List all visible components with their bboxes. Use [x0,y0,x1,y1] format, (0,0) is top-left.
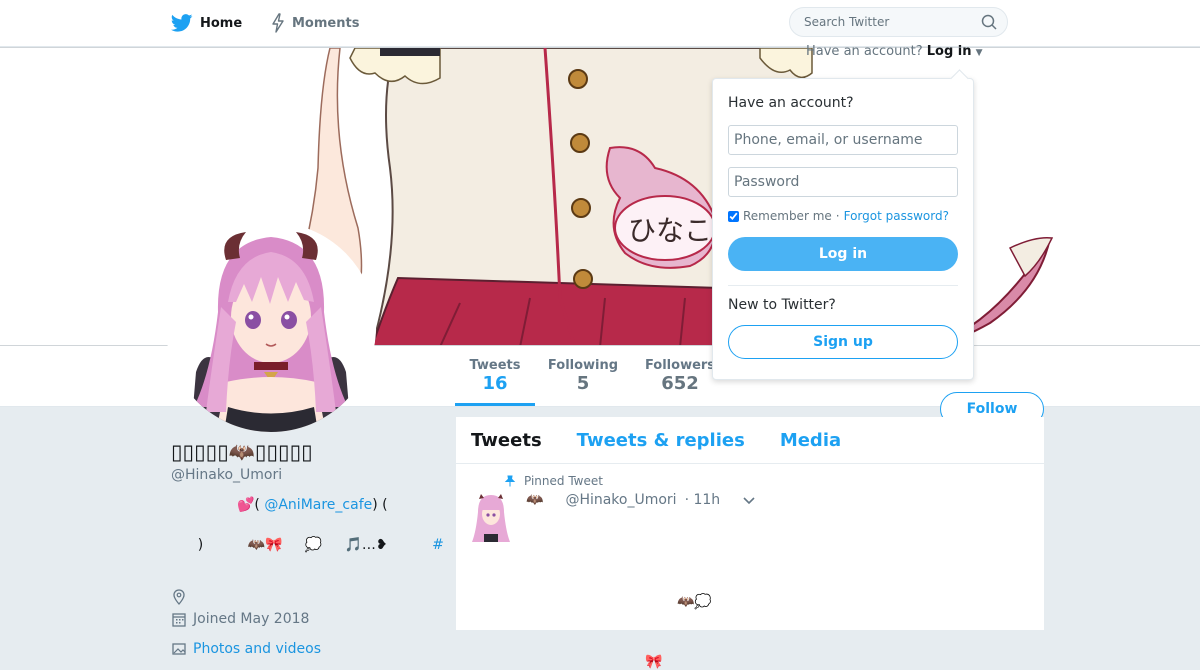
stat-label: Following [547,358,619,373]
profile-handle[interactable]: @Hinako_Umori [171,467,451,483]
tweet-text-line: 🎀 [645,654,663,670]
tab-tweets-replies[interactable]: Tweets & replies [577,430,745,451]
login-heading: Have an account? [728,95,854,111]
nav-moments-label: Moments [292,15,360,31]
tweet-author-handle[interactable]: @Hinako_Umori [565,492,676,508]
profile-joined: Joined May 2018 [171,611,451,627]
bio-text: 💕( [237,497,260,513]
top-navigation-bar: Home Moments [0,0,1200,47]
tweet-author-name[interactable]: 🦇 [526,492,543,508]
stat-value: 652 [661,373,699,394]
profile-photos: Photos and videos [171,641,451,657]
tweet-text-line: 🦇💭 [677,594,712,610]
tweet-timestamp[interactable]: · 11h [685,492,721,508]
timeline-tabs: Tweets Tweets & replies Media [456,417,1044,464]
tweet-avatar-illustration [470,492,512,544]
search-icon[interactable] [981,14,997,30]
login-prompt: Have an account? Log in ▼ [806,44,983,59]
tab-tweets[interactable]: Tweets [471,430,542,451]
bio-mention-link[interactable]: @AniMare_cafe [264,497,372,513]
lightning-icon [272,13,284,33]
chevron-down-icon[interactable] [742,496,756,506]
profile-bio: 💕( @AniMare_cafe) ( ) 🦇🎀 💭 🎵…❥ # [171,495,451,575]
stat-value: 5 [576,373,590,394]
nav-home-label: Home [200,15,243,31]
remember-checkbox[interactable] [728,210,739,222]
profile-name[interactable]: ▯▯▯▯▯🦇▯▯▯▯▯ [171,440,451,465]
bio-text: ) 🦇🎀 💭 🎵…❥ [197,537,433,553]
login-prompt-text: Have an account? [806,44,923,59]
avatar-illustration [166,222,376,432]
svg-text:ひなこ: ひなこ [628,214,712,247]
avatar[interactable] [166,222,376,432]
stat-followers[interactable]: Followers 652 [642,346,718,406]
tweet-header: 🦇 @Hinako_Umori · 11h [526,492,720,508]
bio-hashtag-link[interactable]: # [432,537,444,553]
location-pin-icon [173,589,185,605]
tab-media[interactable]: Media [780,430,841,451]
pinned-label: Pinned Tweet [504,474,603,488]
photo-icon [172,643,186,655]
profile-location [171,589,451,605]
stat-following[interactable]: Following 5 [545,346,621,406]
search-input[interactable] [802,14,976,30]
separator-dot: · [835,209,840,223]
divider [728,285,958,286]
password-field[interactable] [728,167,958,197]
stat-tweets[interactable]: Tweets 16 [455,346,535,406]
profile-sidebar: ▯▯▯▯▯🦇▯▯▯▯▯ @Hinako_Umori 💕( @AniMare_ca… [171,440,451,657]
login-button[interactable]: Log in [728,237,958,271]
bio-text: ) ( [372,497,388,513]
login-link[interactable]: Log in [927,44,972,59]
stat-label: Tweets [469,358,521,373]
pin-icon [504,475,516,487]
stat-value: 16 [482,373,508,394]
stat-label: Followers [644,358,716,373]
calendar-icon [172,613,186,627]
login-dropdown: Have an account? Remember me · Forgot pa… [712,69,974,380]
remember-label: Remember me [743,209,832,223]
nav-home[interactable]: Home [171,0,242,46]
username-field[interactable] [728,125,958,155]
signup-button[interactable]: Sign up [728,325,958,359]
nav-moments[interactable]: Moments [271,0,359,46]
tweet-avatar[interactable] [470,492,512,544]
search-box [789,7,1008,37]
twitter-bird-icon [171,14,193,32]
timeline: Tweets Tweets & replies Media Pinned Twe… [456,417,1044,670]
photos-videos-link[interactable]: Photos and videos [193,641,321,657]
forgot-password-link[interactable]: Forgot password? [844,209,949,223]
caret-down-icon: ▼ [975,48,983,58]
remember-row: Remember me · Forgot password? [728,209,949,223]
joined-text: Joined May 2018 [193,611,310,627]
pinned-text: Pinned Tweet [524,474,603,488]
new-to-twitter-heading: New to Twitter? [728,297,836,313]
